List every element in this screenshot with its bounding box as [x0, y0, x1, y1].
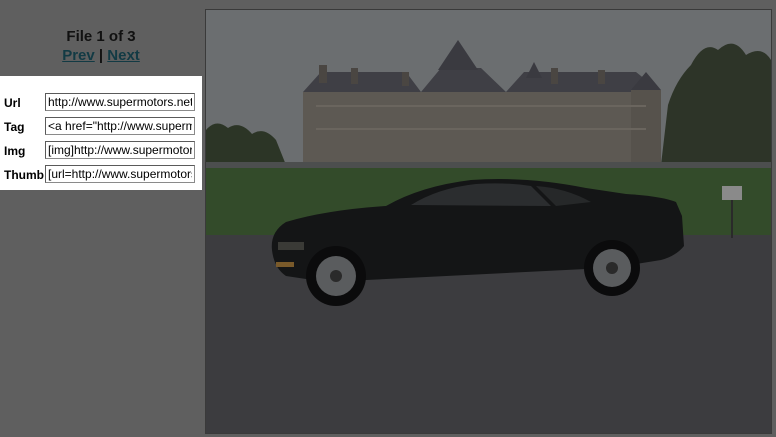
thumb-row: Thumb	[0, 165, 202, 185]
url-row: Url	[0, 93, 202, 113]
tag-field[interactable]	[45, 117, 195, 135]
prev-link[interactable]: Prev	[62, 47, 95, 64]
photo-viewer[interactable]	[205, 9, 772, 434]
pager-separator: |	[98, 47, 104, 64]
pager: Prev | Next	[0, 47, 202, 65]
next-link[interactable]: Next	[107, 47, 140, 64]
file-counter: File 1 of 3	[66, 28, 136, 45]
thumb-field[interactable]	[45, 165, 195, 183]
tag-label: Tag	[4, 120, 25, 134]
car-photo	[206, 10, 771, 433]
img-field[interactable]	[45, 141, 195, 159]
thumb-label: Thumb	[4, 168, 44, 182]
url-field[interactable]	[45, 93, 195, 111]
file-navigation: File 1 of 3 Prev | Next	[0, 28, 202, 65]
img-label: Img	[4, 144, 26, 158]
tag-row: Tag	[0, 117, 202, 137]
share-links-panel: Url Tag Img Thumb	[0, 76, 202, 190]
url-label: Url	[4, 96, 21, 110]
photo-signpost	[731, 200, 733, 238]
img-row: Img	[0, 141, 202, 161]
